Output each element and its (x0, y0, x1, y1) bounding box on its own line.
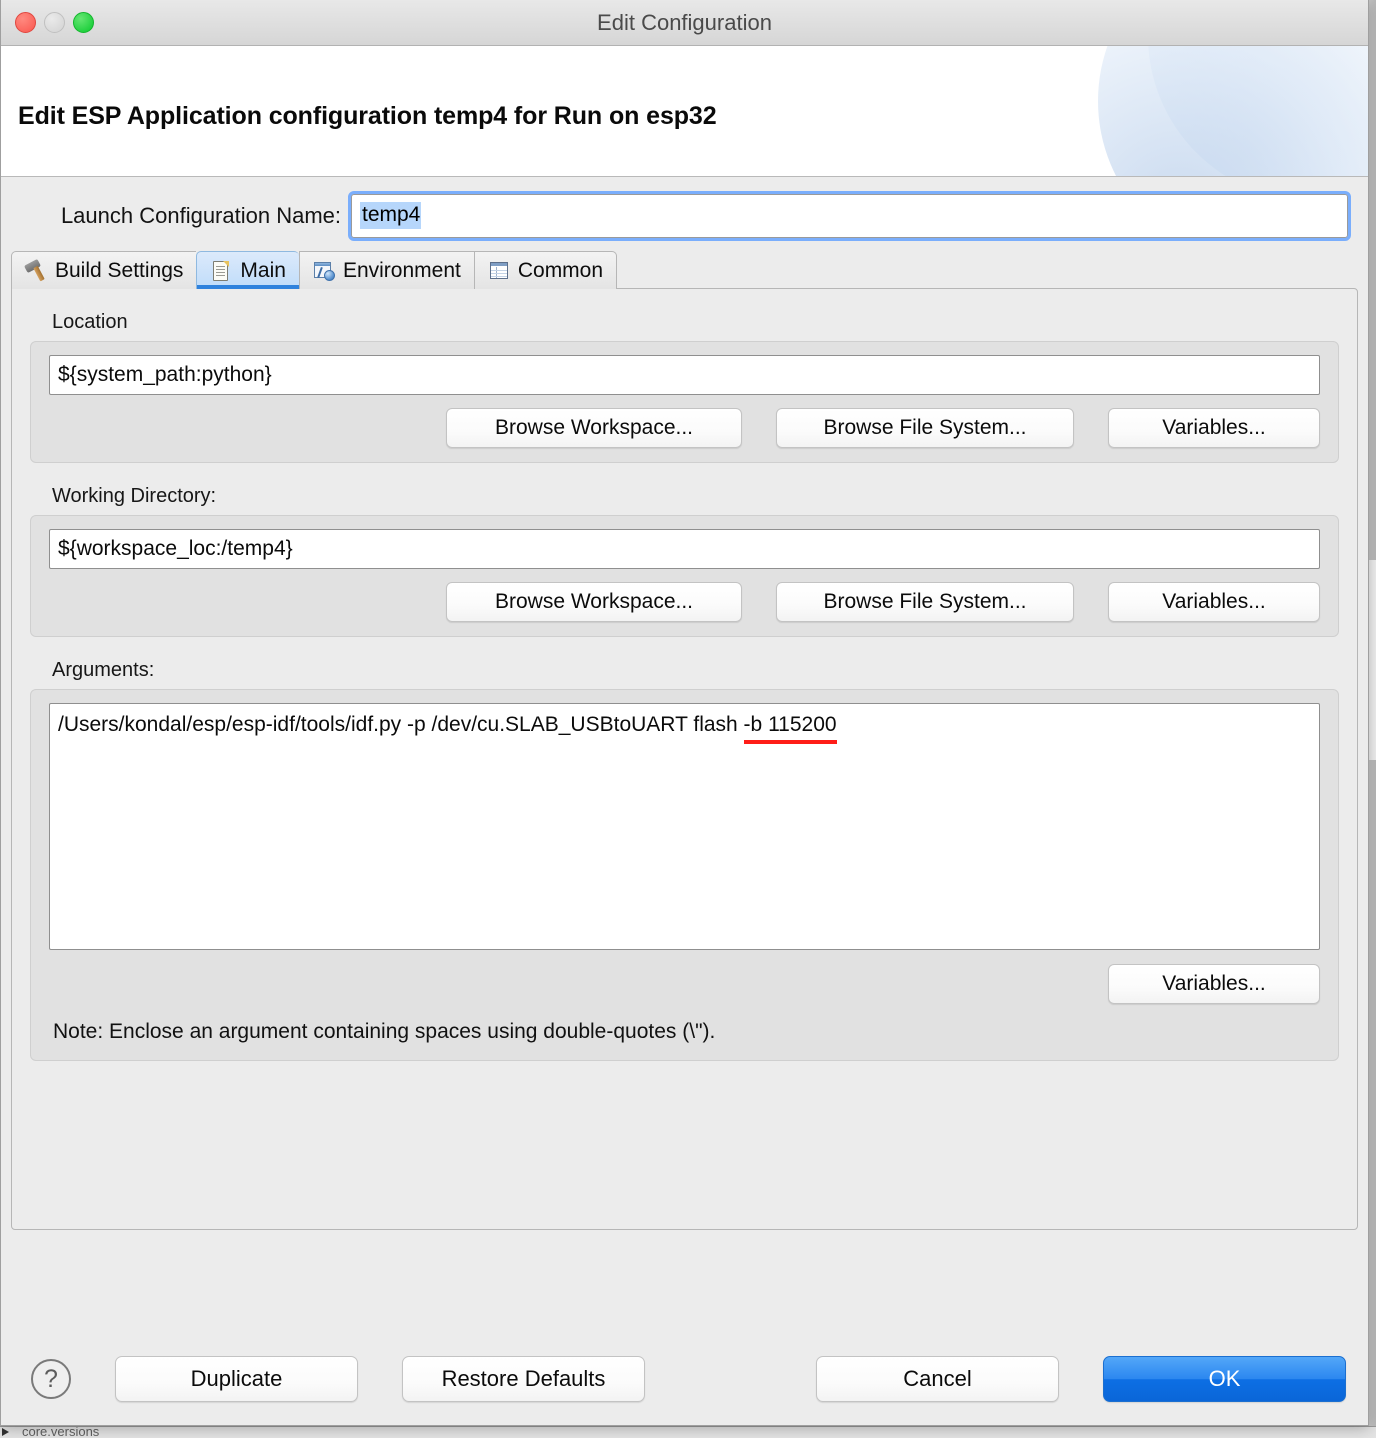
main-tab-panel: Location ${system_path:python} Browse Wo… (11, 288, 1358, 1230)
document-icon (210, 259, 232, 283)
working-directory-label: Working Directory: (52, 485, 217, 507)
screen: core.versions Edit Configuration Edit ES… (0, 0, 1376, 1438)
banner-decoration-inner (1098, 46, 1368, 176)
window-title: Edit Configuration (597, 10, 772, 35)
tab-common[interactable]: Common (473, 251, 618, 289)
table-icon (488, 259, 510, 283)
location-group: ${system_path:python} Browse Workspace..… (30, 341, 1339, 463)
location-browse-file-system-button[interactable]: Browse File System... (776, 408, 1074, 448)
location-value: ${system_path:python} (58, 363, 272, 386)
arguments-highlight-underline (743, 740, 837, 744)
background-expand-arrow-icon (2, 1428, 9, 1436)
duplicate-button[interactable]: Duplicate (115, 1356, 358, 1402)
dialog-footer: ? Duplicate Restore Defaults Cancel OK (1, 1333, 1368, 1425)
location-variables-button[interactable]: Variables... (1108, 408, 1320, 448)
tab-common-label: Common (517, 258, 604, 282)
hammer-icon (24, 258, 47, 283)
launch-configuration-name-input[interactable]: temp4 (348, 190, 1351, 241)
tab-main-label: Main (240, 258, 286, 282)
tab-build-settings-label: Build Settings (55, 258, 184, 282)
working-directory-browse-workspace-button[interactable]: Browse Workspace... (446, 582, 742, 622)
tab-environment[interactable]: Environment (298, 251, 474, 289)
dialog-header-banner: Edit ESP Application configuration temp4… (1, 46, 1368, 177)
launch-configuration-name-row: Launch Configuration Name: temp4 (1, 177, 1368, 241)
location-input[interactable]: ${system_path:python} (49, 355, 1320, 395)
location-button-row: Browse Workspace... Browse File System..… (49, 408, 1320, 448)
tab-bar: Build Settings Main Environment Common (11, 251, 1368, 289)
arguments-group: /Users/kondal/esp/esp-idf/tools/idf.py -… (30, 689, 1339, 1061)
environment-icon (313, 259, 335, 283)
help-icon[interactable]: ? (31, 1359, 71, 1399)
arguments-textarea[interactable]: /Users/kondal/esp/esp-idf/tools/idf.py -… (49, 703, 1320, 950)
edit-configuration-dialog: Edit Configuration Edit ESP Application … (0, 0, 1369, 1426)
working-directory-group: ${workspace_loc:/temp4} Browse Workspace… (30, 515, 1339, 637)
tab-build-settings[interactable]: Build Settings (11, 251, 197, 289)
launch-configuration-name-value: temp4 (360, 201, 422, 230)
background-bottom-bar: core.versions (0, 1426, 1376, 1438)
working-directory-value: ${workspace_loc:/temp4} (58, 537, 293, 560)
arguments-variables-button[interactable]: Variables... (1108, 964, 1320, 1004)
ok-button[interactable]: OK (1103, 1356, 1346, 1402)
restore-defaults-button[interactable]: Restore Defaults (402, 1356, 645, 1402)
working-directory-button-row: Browse Workspace... Browse File System..… (49, 582, 1320, 622)
title-bar: Edit Configuration (1, 0, 1368, 46)
dialog-body: Launch Configuration Name: temp4 Build S… (1, 177, 1368, 1425)
arguments-label: Arguments: (52, 659, 155, 681)
working-directory-variables-button[interactable]: Variables... (1108, 582, 1320, 622)
tab-environment-label: Environment (342, 258, 461, 282)
arguments-button-row: Variables... (49, 964, 1320, 1004)
location-browse-workspace-button[interactable]: Browse Workspace... (446, 408, 742, 448)
location-label: Location (52, 311, 128, 333)
tab-main[interactable]: Main (196, 251, 299, 289)
working-directory-input[interactable]: ${workspace_loc:/temp4} (49, 529, 1320, 569)
arguments-note: Note: Enclose an argument containing spa… (53, 1020, 716, 1043)
cancel-button[interactable]: Cancel (816, 1356, 1059, 1402)
background-clipped-label: core.versions (22, 1426, 100, 1438)
page-title: Edit ESP Application configuration temp4… (18, 102, 717, 130)
arguments-value: /Users/kondal/esp/esp-idf/tools/idf.py -… (58, 713, 837, 736)
launch-configuration-name-label: Launch Configuration Name: (60, 202, 341, 228)
working-directory-browse-file-system-button[interactable]: Browse File System... (776, 582, 1074, 622)
